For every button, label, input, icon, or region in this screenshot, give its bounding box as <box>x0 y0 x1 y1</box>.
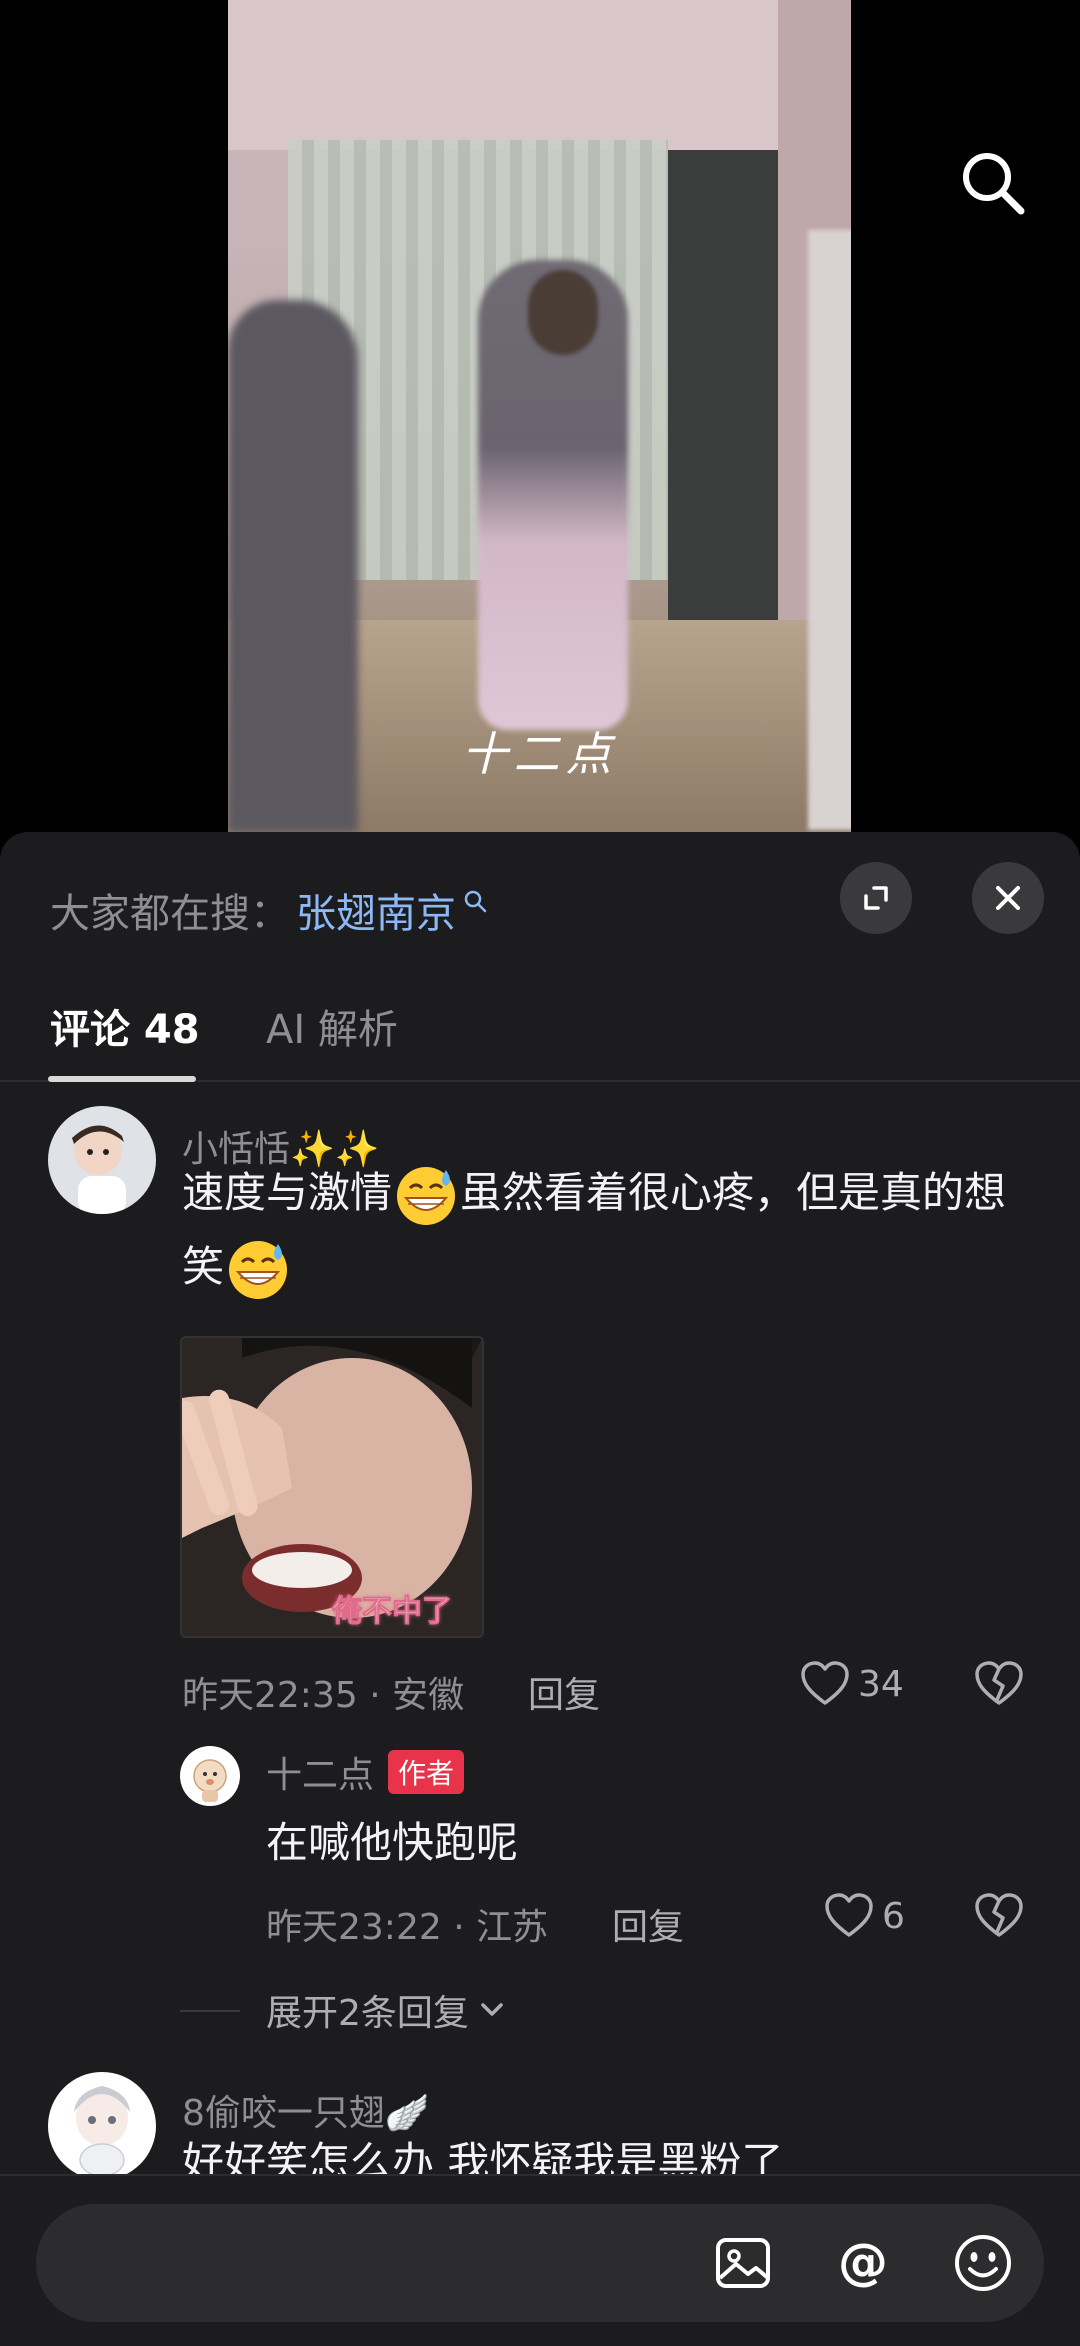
reply-text: 在喊他快跑呢 <box>266 1818 519 1867</box>
video-scene-head <box>528 270 598 355</box>
grinning-sweat-emoji-icon <box>229 1240 288 1299</box>
reply-like-count: 6 <box>882 1895 905 1937</box>
small-search-icon <box>464 890 487 913</box>
comment-input[interactable] <box>76 2224 720 2304</box>
reply-avatar[interactable] <box>180 1746 240 1806</box>
search-button[interactable] <box>958 148 1028 218</box>
reply-username-row: 十二点 作者 <box>266 1746 465 1798</box>
search-icon <box>963 153 1025 215</box>
chevron-down-icon <box>481 2003 503 2016</box>
trending-keyword-link[interactable]: 张翅南京 <box>296 881 456 939</box>
expand-replies-label: 展开2条回复 <box>266 1993 469 2034</box>
heart-icon <box>801 1661 849 1705</box>
video-scene-ceiling <box>228 0 851 150</box>
video-scene-door <box>668 150 778 670</box>
broken-heart-icon <box>975 1661 1023 1705</box>
reply-meta: 昨天23:22 · 江苏 <box>266 1907 549 1948</box>
comment-meta: 昨天22:35 · 安徽 <box>182 1675 465 1716</box>
avatar-image <box>48 1106 156 1214</box>
mention-icon[interactable]: @ <box>832 2232 894 2294</box>
close-icon <box>996 886 1020 910</box>
heart-icon <box>825 1893 873 1937</box>
expand-replies-button[interactable]: 展开2条回复 <box>266 1984 509 2036</box>
expand-button[interactable] <box>840 862 912 934</box>
reply-dislike-button[interactable] <box>974 1892 1024 1944</box>
avatar-image <box>48 2072 156 2180</box>
reply-avatar-image <box>180 1746 240 1806</box>
video-watermark: 十二点 <box>461 727 618 781</box>
avatar[interactable] <box>48 1106 156 1214</box>
tab-comments[interactable]: 评论 48 <box>50 972 200 1080</box>
svg-text:@: @ <box>838 2233 888 2291</box>
reply-like-button[interactable]: 6 <box>824 1892 905 1940</box>
comment-image[interactable]: 俺不中了 <box>180 1336 484 1638</box>
active-tab-indicator <box>48 1076 196 1082</box>
comment-text-part1: 速度与激情 <box>182 1168 393 1217</box>
tab-ai-analysis[interactable]: AI 解析 <box>266 972 398 1080</box>
video-frame[interactable]: 十二点 <box>228 0 851 832</box>
comment-image-caption: 俺不中了 <box>332 1594 453 1630</box>
expand-divider <box>180 2010 240 2012</box>
like-count: 34 <box>858 1663 904 1705</box>
tab-bar: 评论 48 AI 解析 <box>0 972 1080 1082</box>
comment-input-pill: @ <box>36 2204 1044 2322</box>
trending-label: 大家都在搜： <box>50 891 290 937</box>
dislike-button[interactable] <box>974 1660 1024 1712</box>
expand-icon <box>864 886 888 910</box>
grinning-sweat-emoji-icon <box>397 1166 456 1225</box>
reply-button[interactable]: 回复 <box>528 1666 600 1718</box>
avatar[interactable] <box>48 2072 156 2180</box>
like-button[interactable]: 34 <box>800 1660 904 1708</box>
broken-heart-icon <box>975 1893 1023 1937</box>
video-player[interactable]: 十二点 <box>0 0 1080 832</box>
reply-reply-button[interactable]: 回复 <box>612 1898 684 1950</box>
reply-username[interactable]: 十二点 <box>266 1746 374 1798</box>
trending-search[interactable]: 大家都在搜： 张翅南京 <box>50 872 488 948</box>
emoji-icon[interactable] <box>952 2232 1014 2294</box>
comment-sheet: 大家都在搜： 张翅南京 评论 48 AI 解析 小恬恬✨✨ 速度与激情 虽然看着… <box>0 832 1080 2344</box>
close-button[interactable] <box>972 862 1044 934</box>
image-icon[interactable] <box>712 2232 774 2294</box>
comment-text: 速度与激情 虽然看着很心疼，但是真的想笑 <box>182 1156 1032 1304</box>
author-badge: 作者 <box>388 1750 465 1794</box>
comment-input-bar: @ <box>0 2174 1080 2346</box>
